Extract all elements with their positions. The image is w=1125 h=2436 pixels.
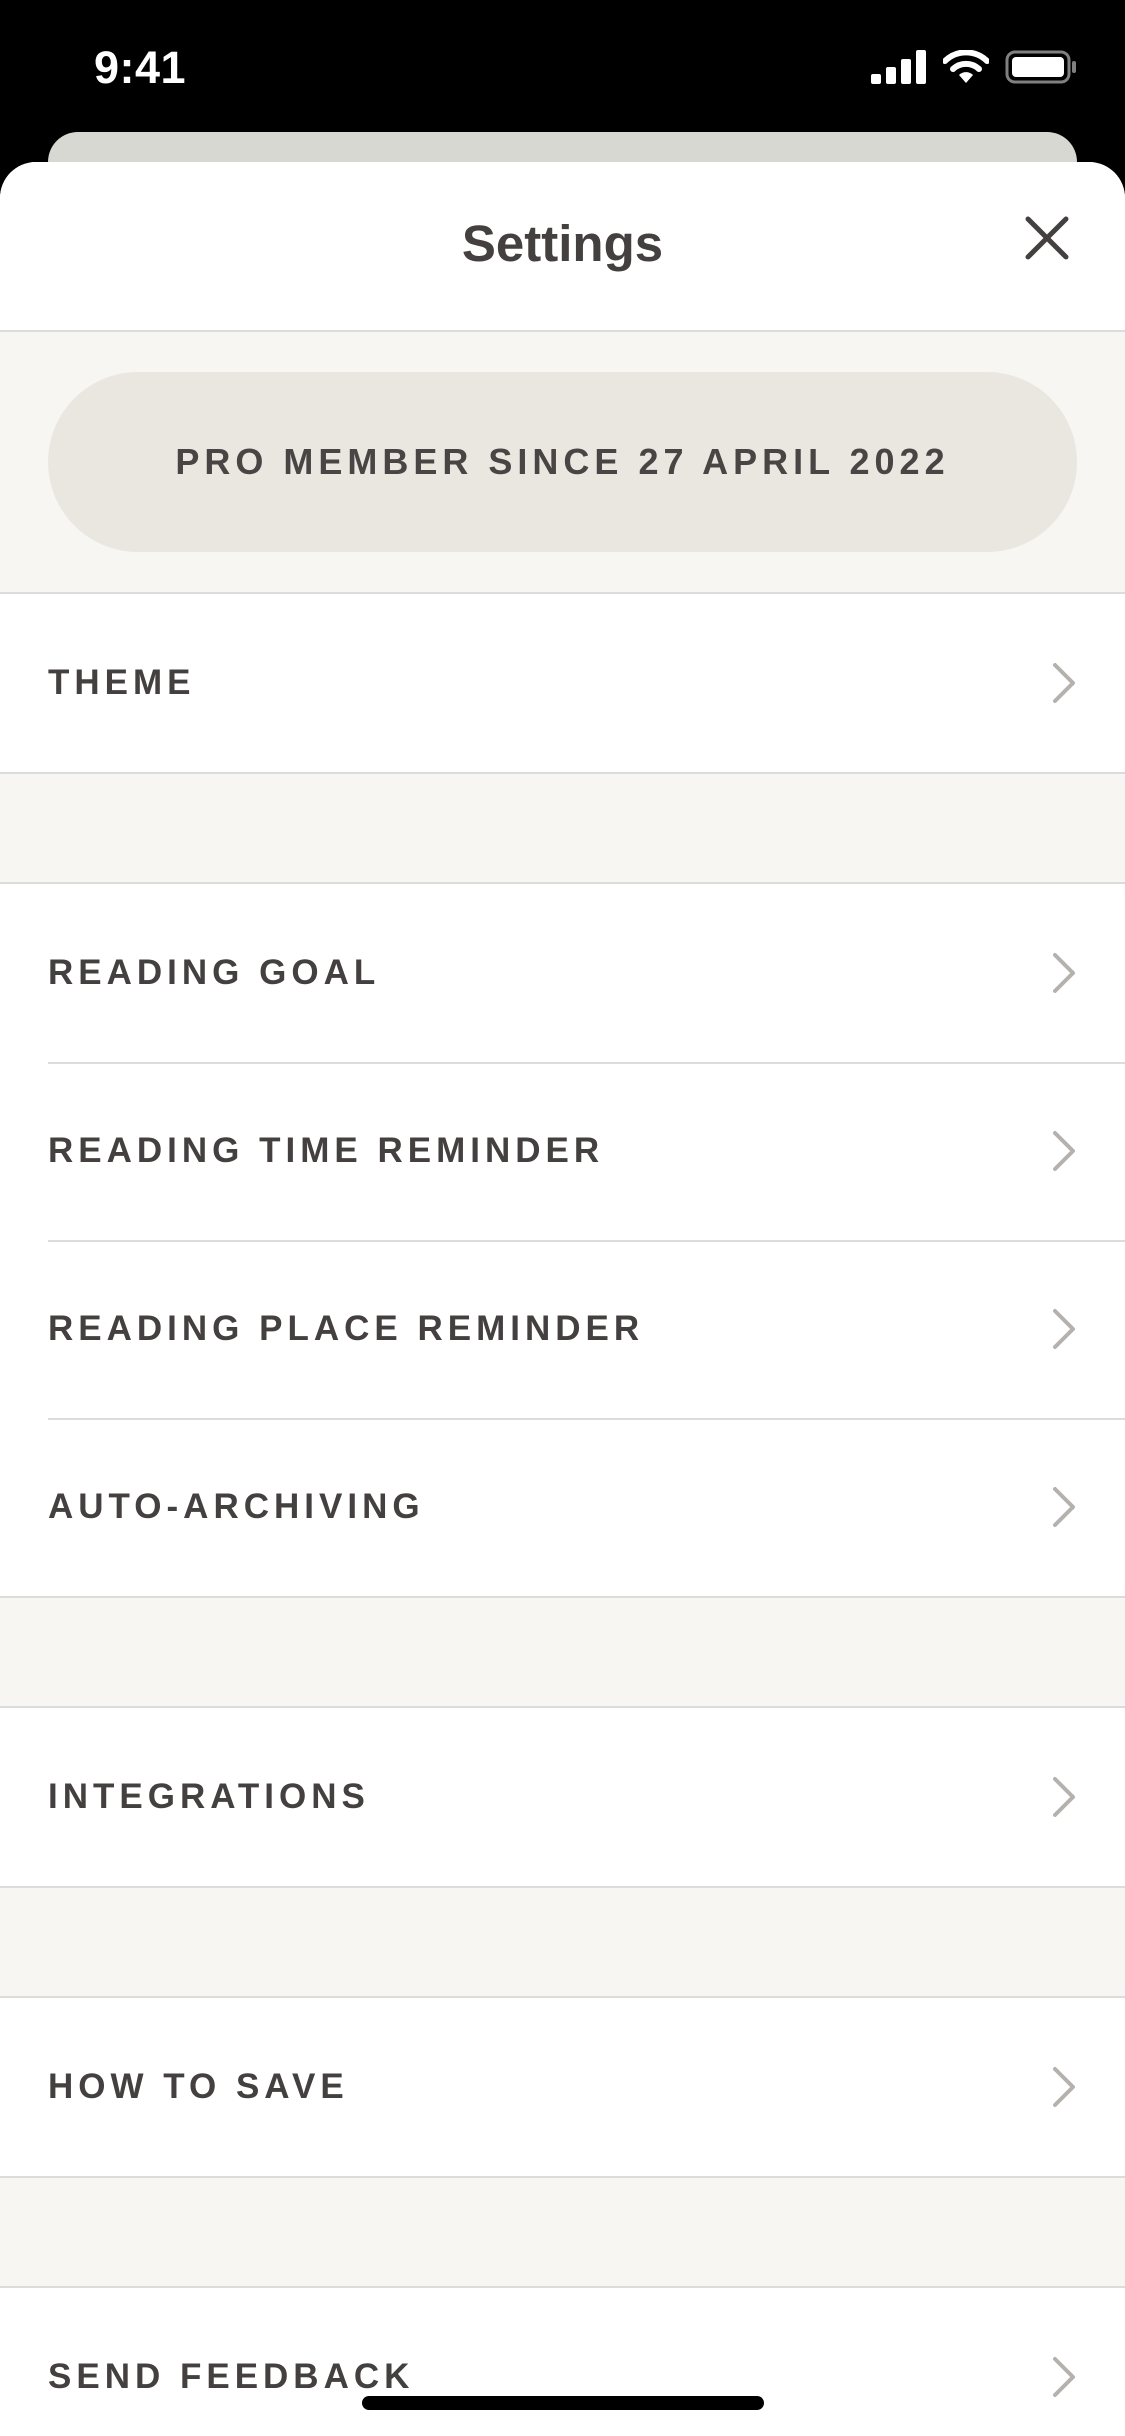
chevron-right-icon bbox=[1053, 1487, 1075, 1527]
chevron-right-icon bbox=[1053, 1777, 1075, 1817]
status-time: 9:41 bbox=[94, 42, 187, 93]
page-title: Settings bbox=[461, 215, 664, 272]
settings-item-reading-goal[interactable]: READING GOAL bbox=[0, 884, 1125, 1062]
chevron-right-icon bbox=[1053, 663, 1075, 703]
membership-badge: PRO MEMBER SINCE 27 APRIL 2022 bbox=[48, 372, 1077, 552]
chevron-right-icon bbox=[1053, 2067, 1075, 2107]
chevron-right-icon bbox=[1053, 953, 1075, 993]
settings-item-label: HOW TO SAVE bbox=[48, 2067, 349, 2106]
membership-section: PRO MEMBER SINCE 27 APRIL 2022 bbox=[0, 332, 1125, 594]
sheet-header: Settings bbox=[0, 162, 1125, 332]
settings-group-integrations: INTEGRATIONS bbox=[0, 1708, 1125, 1888]
chevron-right-icon bbox=[1053, 1309, 1075, 1349]
signal-icon bbox=[871, 50, 926, 84]
close-icon bbox=[1025, 216, 1069, 260]
close-button[interactable] bbox=[1009, 200, 1085, 276]
settings-sheet: Settings PRO MEMBER SINCE 27 APRIL 2022 … bbox=[0, 162, 1125, 2436]
section-spacer bbox=[0, 1598, 1125, 1708]
status-bar: 9:41 bbox=[0, 0, 1125, 132]
home-indicator[interactable] bbox=[362, 2396, 764, 2410]
settings-item-reading-time-reminder[interactable]: READING TIME REMINDER bbox=[0, 1062, 1125, 1240]
settings-group-help: HOW TO SAVE bbox=[0, 1998, 1125, 2178]
settings-item-label: THEME bbox=[48, 663, 196, 702]
section-spacer bbox=[0, 774, 1125, 884]
settings-group-appearance: THEME bbox=[0, 594, 1125, 774]
wifi-icon bbox=[943, 50, 989, 83]
settings-item-label: INTEGRATIONS bbox=[48, 1777, 370, 1816]
settings-item-label: READING PLACE REMINDER bbox=[48, 1309, 645, 1348]
settings-item-label: AUTO-ARCHIVING bbox=[48, 1487, 425, 1526]
settings-item-send-feedback[interactable]: SEND FEEDBACK bbox=[0, 2288, 1125, 2436]
status-icons bbox=[871, 50, 1077, 84]
settings-item-theme[interactable]: THEME bbox=[0, 594, 1125, 772]
battery-icon bbox=[1005, 50, 1076, 84]
settings-item-reading-place-reminder[interactable]: READING PLACE REMINDER bbox=[0, 1240, 1125, 1418]
settings-item-label: SEND FEEDBACK bbox=[48, 2357, 415, 2396]
settings-group-feedback: SEND FEEDBACK bbox=[0, 2288, 1125, 2436]
chevron-right-icon bbox=[1053, 2357, 1075, 2397]
settings-item-label: READING TIME REMINDER bbox=[48, 1131, 605, 1170]
chevron-right-icon bbox=[1053, 1131, 1075, 1171]
settings-group-reading: READING GOAL READING TIME REMINDER READI… bbox=[0, 884, 1125, 1598]
settings-item-how-to-save[interactable]: HOW TO SAVE bbox=[0, 1998, 1125, 2176]
settings-item-auto-archiving[interactable]: AUTO-ARCHIVING bbox=[0, 1418, 1125, 1596]
settings-item-integrations[interactable]: INTEGRATIONS bbox=[0, 1708, 1125, 1886]
section-spacer bbox=[0, 1888, 1125, 1998]
section-spacer bbox=[0, 2178, 1125, 2288]
settings-item-label: READING GOAL bbox=[48, 953, 381, 992]
